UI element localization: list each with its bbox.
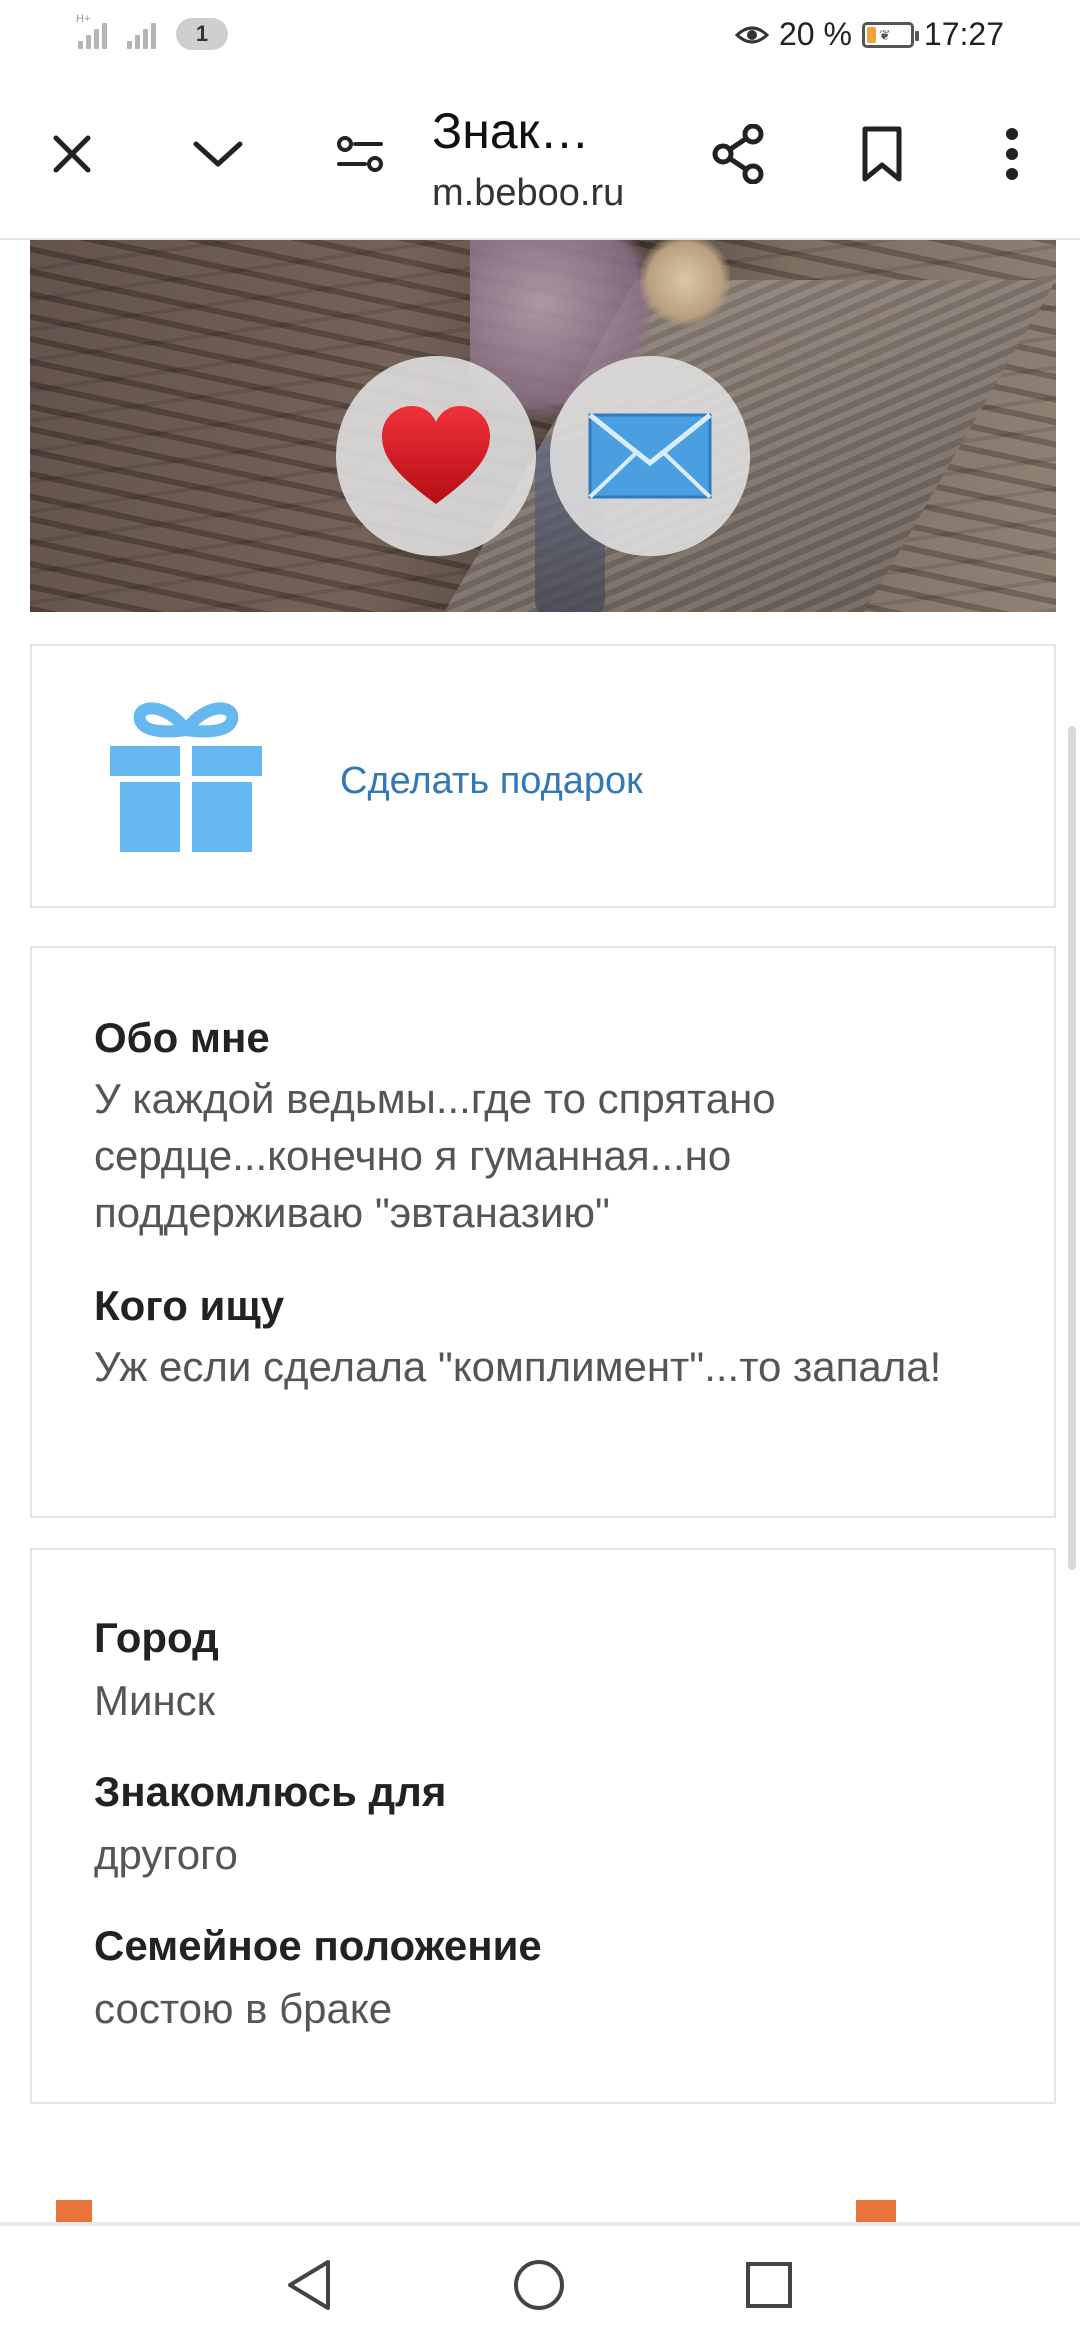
photo-hair	[640, 240, 730, 330]
close-button[interactable]	[36, 118, 108, 190]
bookmark-button[interactable]	[846, 118, 918, 190]
partial-orange-text-right	[856, 2200, 896, 2222]
recents-icon	[746, 2262, 792, 2308]
page: H+ 1 20 % ❦ 17:27 Знак… m.beboo.ru Сдела…	[0, 0, 1080, 2340]
share-icon	[712, 124, 764, 184]
back-icon	[288, 2260, 330, 2310]
secondary-signal-icon	[127, 19, 156, 49]
battery-fill	[866, 26, 877, 43]
make-gift-link[interactable]: Сделать подарок	[340, 760, 643, 803]
like-button[interactable]	[336, 356, 536, 556]
heart-icon	[382, 406, 490, 504]
message-button[interactable]	[550, 356, 750, 556]
network-type: H+	[76, 13, 91, 25]
eye-comfort-icon	[734, 26, 769, 43]
close-icon	[53, 135, 91, 173]
notification-count-badge: 1	[176, 18, 228, 50]
partial-orange-text-left	[56, 2200, 92, 2222]
minimize-button[interactable]	[182, 118, 254, 190]
profile-photo[interactable]	[30, 240, 1056, 612]
page-url[interactable]: m.beboo.ru	[432, 172, 624, 215]
back-button[interactable]	[274, 2250, 344, 2320]
looking-for-label: Кого ищу	[94, 1282, 285, 1329]
gift-icon	[110, 702, 262, 852]
marital-status-label: Семейное положение	[94, 1922, 542, 1969]
purpose-label: Знакомлюсь для	[94, 1768, 447, 1815]
page-settings-button[interactable]	[324, 118, 396, 190]
marital-status-value: состою в браке	[94, 1985, 393, 2032]
gift-card[interactable]: Сделать подарок	[30, 644, 1056, 908]
more-icon	[1006, 128, 1018, 180]
recents-button[interactable]	[734, 2250, 804, 2320]
battery-saver-leaf-icon: ❦	[878, 26, 891, 43]
about-me-label: Обо мне	[94, 1014, 270, 1061]
system-navigation-bar	[0, 2222, 1080, 2340]
more-options-button[interactable]	[976, 118, 1048, 190]
city-label: Город	[94, 1614, 219, 1661]
mobile-signal-icon: H+	[76, 13, 107, 49]
browser-toolbar: Знак… m.beboo.ru	[0, 72, 1080, 240]
city-value: Минск	[94, 1677, 216, 1724]
battery-icon: ❦	[861, 21, 919, 48]
status-left: H+ 1	[76, 13, 228, 50]
envelope-icon	[588, 413, 712, 499]
home-button[interactable]	[504, 2250, 574, 2320]
info-card: Город Минск Знакомлюсь для другого Семей…	[30, 1548, 1056, 2104]
purpose-value: другого	[94, 1831, 238, 1878]
about-me-text: У каждой ведьмы...где то спрятано сердце…	[94, 1075, 776, 1236]
clock: 17:27	[923, 16, 1004, 52]
page-scrollbar[interactable]	[1068, 726, 1076, 1570]
status-right: 20 % ❦ 17:27	[734, 16, 1004, 53]
share-button[interactable]	[702, 118, 774, 190]
page-title: Знак…	[432, 103, 590, 159]
chevron-down-icon	[193, 141, 243, 167]
home-icon	[514, 2260, 564, 2310]
bookmark-icon	[862, 126, 902, 182]
page-settings-icon	[337, 136, 383, 172]
battery-percent: 20 %	[778, 16, 852, 52]
status-bar: H+ 1 20 % ❦ 17:27	[0, 0, 1080, 72]
about-card: Обо мне У каждой ведьмы...где то спрятан…	[30, 946, 1056, 1518]
looking-for-text: Уж если сделала "комплимент"...то запала…	[94, 1343, 942, 1390]
